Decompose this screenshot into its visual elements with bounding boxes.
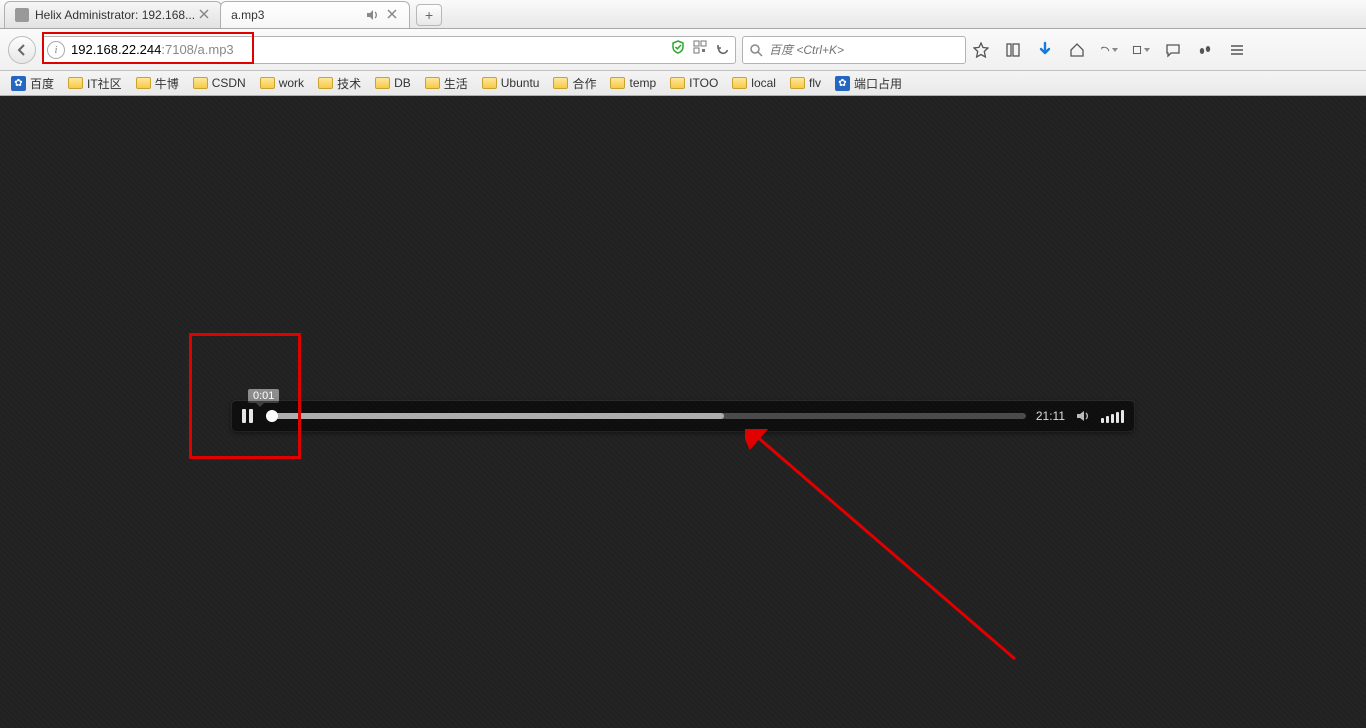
bookmark-item[interactable]: work	[255, 74, 309, 92]
url-right-icons	[671, 40, 731, 59]
folder-icon	[482, 77, 497, 89]
bookmark-item[interactable]: ITOO	[665, 74, 723, 92]
bookmark-label: 百度	[30, 75, 54, 92]
bookmark-label: work	[279, 76, 304, 90]
bookmark-item[interactable]: local	[727, 74, 781, 92]
bookmark-item[interactable]: Ubuntu	[477, 74, 545, 92]
folder-icon	[260, 77, 275, 89]
folder-icon	[68, 77, 83, 89]
folder-icon	[193, 77, 208, 89]
folder-icon	[318, 77, 333, 89]
folder-icon	[610, 77, 625, 89]
folder-icon	[425, 77, 440, 89]
paw-icon	[835, 76, 850, 91]
tab-strip: Helix Administrator: 192.168... a.mp3 +	[0, 0, 1366, 29]
seek-buffered	[270, 413, 724, 419]
bookmark-label: 牛博	[155, 75, 179, 92]
bookmark-item[interactable]: flv	[785, 74, 826, 92]
bookmark-item[interactable]: 百度	[6, 73, 59, 94]
footprint-button[interactable]	[1196, 41, 1214, 59]
bookmark-item[interactable]: 技术	[313, 73, 366, 94]
search-icon	[749, 43, 763, 57]
box-button[interactable]	[1132, 41, 1150, 59]
folder-icon	[670, 77, 685, 89]
home-button[interactable]	[1068, 41, 1086, 59]
bookmarks-bar: 百度 IT社区 牛博 CSDN work 技术 DB 生活 Ubuntu 合作 temp ITOO lo…	[0, 71, 1366, 96]
annotation-play-box	[189, 333, 301, 459]
speaker-icon[interactable]	[365, 8, 379, 22]
folder-icon	[732, 77, 747, 89]
folder-icon	[790, 77, 805, 89]
volume-icon[interactable]	[1075, 408, 1091, 424]
search-input[interactable]	[769, 43, 959, 57]
bookmark-label: 技术	[337, 75, 361, 92]
nav-toolbar: i 192.168.22.244:7108/a.mp3	[0, 29, 1366, 71]
bookmark-item[interactable]: 牛博	[131, 73, 184, 94]
bookmark-item[interactable]: IT社区	[63, 73, 127, 94]
pause-button[interactable]	[242, 407, 260, 425]
search-bar[interactable]	[742, 36, 966, 64]
tab-amp3[interactable]: a.mp3	[220, 1, 410, 28]
bookmark-item[interactable]: 合作	[548, 73, 601, 94]
close-icon[interactable]	[387, 8, 401, 22]
info-icon[interactable]: i	[47, 41, 65, 59]
nav-back-button[interactable]	[8, 36, 36, 64]
tab-title: Helix Administrator: 192.168...	[35, 8, 195, 22]
volume-slider[interactable]	[1101, 409, 1124, 423]
bookmark-star-button[interactable]	[972, 41, 990, 59]
annotation-arrow	[745, 429, 1025, 669]
seek-bar[interactable]	[270, 413, 1026, 419]
folder-icon	[553, 77, 568, 89]
bookmark-item[interactable]: temp	[605, 74, 661, 92]
page-content: 0:01 21:11	[0, 96, 1366, 728]
bookmark-label: 生活	[444, 75, 468, 92]
bookmark-label: local	[751, 76, 776, 90]
toolbar-icons	[972, 41, 1246, 59]
download-button[interactable]	[1036, 41, 1054, 59]
folder-icon	[136, 77, 151, 89]
undo-button[interactable]	[1100, 41, 1118, 59]
menu-button[interactable]	[1228, 41, 1246, 59]
bookmark-label: CSDN	[212, 76, 246, 90]
qr-icon[interactable]	[693, 40, 707, 59]
bookmark-label: Ubuntu	[501, 76, 540, 90]
tab-title: a.mp3	[231, 8, 365, 22]
bookmark-label: 合作	[572, 75, 596, 92]
bookmark-label: DB	[394, 76, 411, 90]
bookmark-label: 端口占用	[854, 75, 902, 92]
seek-thumb[interactable]	[266, 410, 278, 422]
bookmark-label: flv	[809, 76, 821, 90]
bookmark-label: temp	[629, 76, 656, 90]
tab-helix[interactable]: Helix Administrator: 192.168...	[4, 1, 222, 28]
new-tab-button[interactable]: +	[416, 4, 442, 26]
bookmark-item[interactable]: CSDN	[188, 74, 251, 92]
shield-icon[interactable]	[671, 40, 685, 59]
paw-icon	[11, 76, 26, 91]
url-text: 192.168.22.244:7108/a.mp3	[71, 42, 665, 57]
folder-icon	[375, 77, 390, 89]
bookmark-item[interactable]: 生活	[420, 73, 473, 94]
close-icon[interactable]	[199, 8, 213, 22]
tab-favicon	[15, 8, 29, 22]
bookmark-item[interactable]: 端口占用	[830, 73, 907, 94]
bookmark-label: ITOO	[689, 76, 718, 90]
url-bar[interactable]: i 192.168.22.244:7108/a.mp3	[42, 36, 736, 64]
bookmark-label: IT社区	[87, 75, 122, 92]
chat-button[interactable]	[1164, 41, 1182, 59]
audio-player: 21:11	[232, 401, 1134, 431]
library-button[interactable]	[1004, 41, 1022, 59]
duration-label: 21:11	[1036, 409, 1065, 423]
bookmark-item[interactable]: DB	[370, 74, 416, 92]
reload-button[interactable]	[715, 42, 731, 58]
